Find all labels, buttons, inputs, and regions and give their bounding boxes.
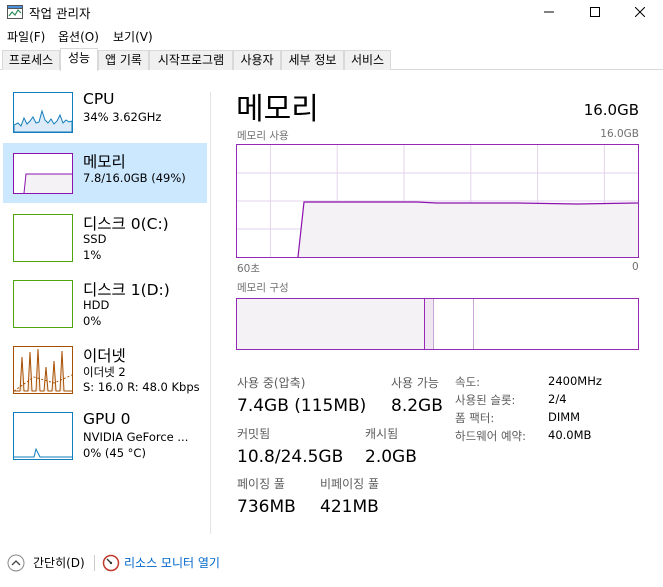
sidebar-item-ethernet[interactable]: 이더넷 이더넷 2 S: 16.0 R: 48.0 Kbps bbox=[3, 342, 207, 404]
nonpaged-pool-label: 비페이징 풀 bbox=[320, 477, 380, 491]
graph-time-right: 0 bbox=[632, 261, 639, 273]
chevron-up-icon[interactable] bbox=[7, 554, 25, 572]
tab-details[interactable]: 세부 정보 bbox=[281, 50, 344, 70]
memory-title: 메모리 bbox=[83, 153, 126, 171]
page-title: 메모리 bbox=[236, 92, 319, 127]
gpu-title: GPU 0 bbox=[83, 410, 131, 428]
form-factor-label: 폼 팩터: bbox=[455, 411, 495, 425]
title-bar: 작업 관리자 bbox=[0, 0, 663, 25]
maximize-icon bbox=[590, 7, 600, 17]
tab-users[interactable]: 사용자 bbox=[233, 50, 281, 70]
open-resource-monitor-link[interactable]: 리소스 모니터 열기 bbox=[124, 554, 220, 571]
menu-bar: 파일(F) 옵션(O) 보기(V) bbox=[0, 25, 663, 47]
resource-monitor-icon[interactable] bbox=[102, 554, 120, 572]
paged-pool-label: 페이징 풀 bbox=[237, 477, 285, 491]
footer-bar: 간단히(D) 리소스 모니터 열기 bbox=[0, 549, 663, 577]
menu-file[interactable]: 파일(F) bbox=[7, 28, 45, 45]
task-manager-icon bbox=[7, 5, 23, 19]
cpu-usage-text: 34% 3.62GHz bbox=[83, 110, 162, 124]
tab-app-history[interactable]: 앱 기록 bbox=[98, 50, 149, 70]
close-icon bbox=[635, 7, 645, 17]
disk0-title: 디스크 0(C:) bbox=[83, 215, 169, 233]
memory-usage-text: 7.8/16.0GB (49%) bbox=[83, 171, 186, 185]
composition-standby-divider bbox=[473, 299, 474, 349]
form-factor-value: DIMM bbox=[548, 410, 581, 424]
memory-usage-label: 메모리 사용 bbox=[237, 130, 289, 142]
cpu-title: CPU bbox=[83, 90, 115, 108]
in-use-value: 7.4GB (115MB) bbox=[237, 396, 367, 416]
tab-bar: 프로세스 성능 앱 기록 시작프로그램 사용자 세부 정보 서비스 bbox=[0, 47, 663, 71]
sidebar-item-gpu[interactable]: GPU 0 NVIDIA GeForce ... 0% (45 °C) bbox=[3, 408, 207, 470]
hardware-reserved-value: 40.0MB bbox=[548, 428, 592, 442]
menu-view[interactable]: 보기(V) bbox=[113, 28, 153, 45]
sidebar-item-memory[interactable]: 메모리 7.8/16.0GB (49%) bbox=[3, 143, 207, 203]
tab-processes[interactable]: 프로세스 bbox=[2, 50, 60, 70]
speed-value: 2400MHz bbox=[548, 374, 602, 388]
sidebar-item-disk1[interactable]: 디스크 1(D:) HDD 0% bbox=[3, 276, 207, 338]
slots-used-value: 2/4 bbox=[548, 392, 567, 406]
tab-services[interactable]: 서비스 bbox=[344, 50, 391, 70]
panel-divider bbox=[210, 92, 211, 534]
tab-performance[interactable]: 성능 bbox=[60, 48, 98, 71]
memory-total: 16.0GB bbox=[583, 101, 639, 119]
minimize-icon bbox=[544, 11, 554, 13]
cpu-thumbnail-graph bbox=[13, 92, 73, 133]
close-button[interactable] bbox=[617, 0, 663, 24]
in-use-label: 사용 중(압축) bbox=[237, 376, 306, 390]
tab-startup[interactable]: 시작프로그램 bbox=[149, 50, 233, 70]
composition-modified bbox=[425, 299, 434, 349]
sidebar-item-disk0[interactable]: 디스크 0(C:) SSD 1% bbox=[3, 210, 207, 272]
committed-value: 10.8/24.5GB bbox=[237, 447, 344, 467]
gpu-model: NVIDIA GeForce ... bbox=[83, 430, 189, 444]
menu-options[interactable]: 옵션(O) bbox=[58, 28, 99, 45]
ethernet-adapter: 이더넷 2 bbox=[83, 365, 126, 379]
memory-thumbnail-graph bbox=[13, 153, 73, 194]
sidebar-item-cpu[interactable]: CPU 34% 3.62GHz bbox=[3, 88, 207, 150]
memory-usage-max: 16.0GB bbox=[600, 128, 639, 140]
hardware-reserved-label: 하드웨어 예약: bbox=[455, 429, 527, 443]
disk1-type: HDD bbox=[83, 298, 110, 312]
memory-composition-bar bbox=[236, 298, 639, 350]
disk1-thumbnail-graph bbox=[13, 280, 73, 328]
disk1-usage: 0% bbox=[83, 314, 102, 328]
maximize-button[interactable] bbox=[572, 0, 618, 24]
cached-value: 2.0GB bbox=[365, 447, 417, 467]
available-value: 8.2GB bbox=[391, 396, 443, 416]
memory-composition-label: 메모리 구성 bbox=[237, 282, 289, 294]
committed-label: 커밋됨 bbox=[237, 427, 271, 441]
window-title: 작업 관리자 bbox=[29, 6, 91, 21]
cached-label: 캐시됨 bbox=[365, 427, 399, 441]
footer-divider bbox=[94, 555, 95, 571]
memory-usage-graph bbox=[236, 144, 639, 258]
disk0-type: SSD bbox=[83, 232, 107, 246]
minimize-button[interactable] bbox=[526, 0, 572, 24]
gpu-thumbnail-graph bbox=[13, 412, 73, 460]
available-label: 사용 가능 bbox=[391, 376, 439, 390]
disk0-usage: 1% bbox=[83, 248, 102, 262]
gpu-usage: 0% (45 °C) bbox=[83, 446, 146, 460]
ethernet-thumbnail-graph bbox=[13, 346, 73, 394]
graph-time-left: 60초 bbox=[237, 263, 261, 275]
nonpaged-pool-value: 421MB bbox=[320, 497, 379, 517]
composition-in-use bbox=[237, 299, 425, 349]
ethernet-title: 이더넷 bbox=[83, 347, 126, 365]
ethernet-throughput: S: 16.0 R: 48.0 Kbps bbox=[83, 380, 200, 394]
speed-label: 속도: bbox=[455, 375, 481, 389]
disk1-title: 디스크 1(D:) bbox=[83, 281, 170, 299]
paged-pool-value: 736MB bbox=[237, 497, 296, 517]
slots-used-label: 사용된 슬롯: bbox=[455, 393, 516, 407]
disk0-thumbnail-graph bbox=[13, 214, 73, 262]
collapse-details-button[interactable]: 간단히(D) bbox=[33, 554, 85, 571]
